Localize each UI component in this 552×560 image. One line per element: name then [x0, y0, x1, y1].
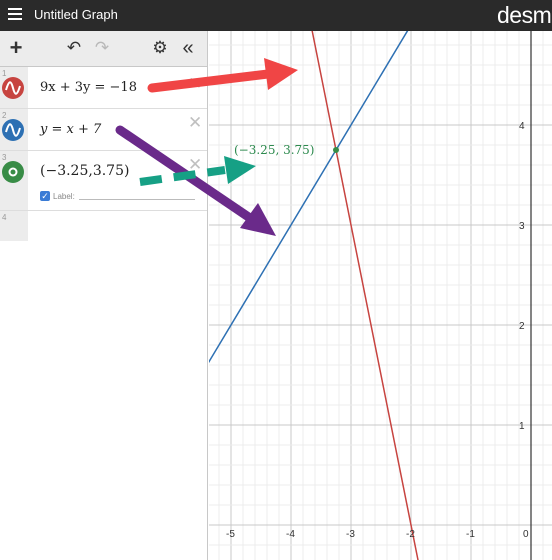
axis-ticks: -5 -4 -3 -2 -1 0 1 2 3 4	[226, 121, 529, 540]
wave-icon[interactable]	[2, 77, 24, 99]
redo-button[interactable]: ↷	[90, 35, 114, 61]
label-input[interactable]	[78, 192, 195, 200]
point-icon[interactable]	[2, 161, 24, 183]
graph-title[interactable]: Untitled Graph	[34, 7, 118, 22]
blue-line[interactable]	[209, 31, 441, 375]
menu-icon[interactable]	[8, 8, 22, 22]
expression-math[interactable]: 9x + 3y = −18	[40, 80, 137, 95]
add-expression-button[interactable]: +	[4, 35, 28, 61]
graph-canvas[interactable]: (−3.25, 3.75) -5 -4 -3 -2 -1 0 1 2 3 4	[209, 31, 552, 560]
x-tick-label: -4	[286, 529, 295, 540]
x-tick-label: -3	[346, 529, 355, 540]
collapse-list-button[interactable]: «	[176, 35, 200, 61]
x-tick-label: -5	[226, 529, 235, 540]
point-label: (−3.25, 3.75)	[234, 143, 314, 157]
expression-row-3[interactable]: 3 (−3.25,3.75) ✕ ✓ Label:	[0, 151, 207, 211]
expression-row-2[interactable]: 2 y = x + 7 ✕	[0, 109, 207, 151]
label-option[interactable]: ✓ Label:	[40, 191, 195, 201]
wave-icon[interactable]	[2, 119, 24, 141]
undo-button[interactable]: ↶	[62, 35, 86, 61]
delete-expression-icon[interactable]: ✕	[188, 114, 202, 131]
y-tick-label: 3	[519, 221, 525, 232]
grid	[209, 31, 552, 560]
delete-expression-icon[interactable]: ✕	[188, 156, 202, 173]
expression-index: 4	[2, 213, 7, 222]
x-tick-label: -2	[406, 529, 415, 540]
delete-expression-icon[interactable]: ✕	[188, 75, 202, 92]
expression-row-4[interactable]: 4	[0, 211, 207, 241]
x-tick-label: 0	[523, 529, 529, 540]
expression-math[interactable]: (−3.25,3.75)	[40, 163, 129, 179]
expression-math[interactable]: y = x + 7	[40, 122, 101, 137]
brand-logo: desm	[497, 2, 552, 28]
checkbox-icon[interactable]: ✓	[40, 191, 50, 201]
expression-row-1[interactable]: 1 9x + 3y = −18 ✕	[0, 67, 207, 109]
x-tick-label: -1	[466, 529, 475, 540]
y-tick-label: 1	[519, 421, 525, 432]
y-tick-label: 2	[519, 321, 525, 332]
settings-icon[interactable]: ⚙	[148, 35, 172, 61]
expression-list: + ↶ ↷ ⚙ « 1 9x + 3y = −18 ✕ 2 y = x + 7 …	[0, 31, 208, 560]
expression-toolbar: + ↶ ↷ ⚙ «	[0, 31, 207, 67]
intersection-point[interactable]	[333, 147, 339, 153]
y-tick-label: 4	[519, 121, 525, 132]
label-checkbox-text: Label:	[53, 191, 75, 201]
top-bar: Untitled Graph desm	[0, 0, 552, 31]
